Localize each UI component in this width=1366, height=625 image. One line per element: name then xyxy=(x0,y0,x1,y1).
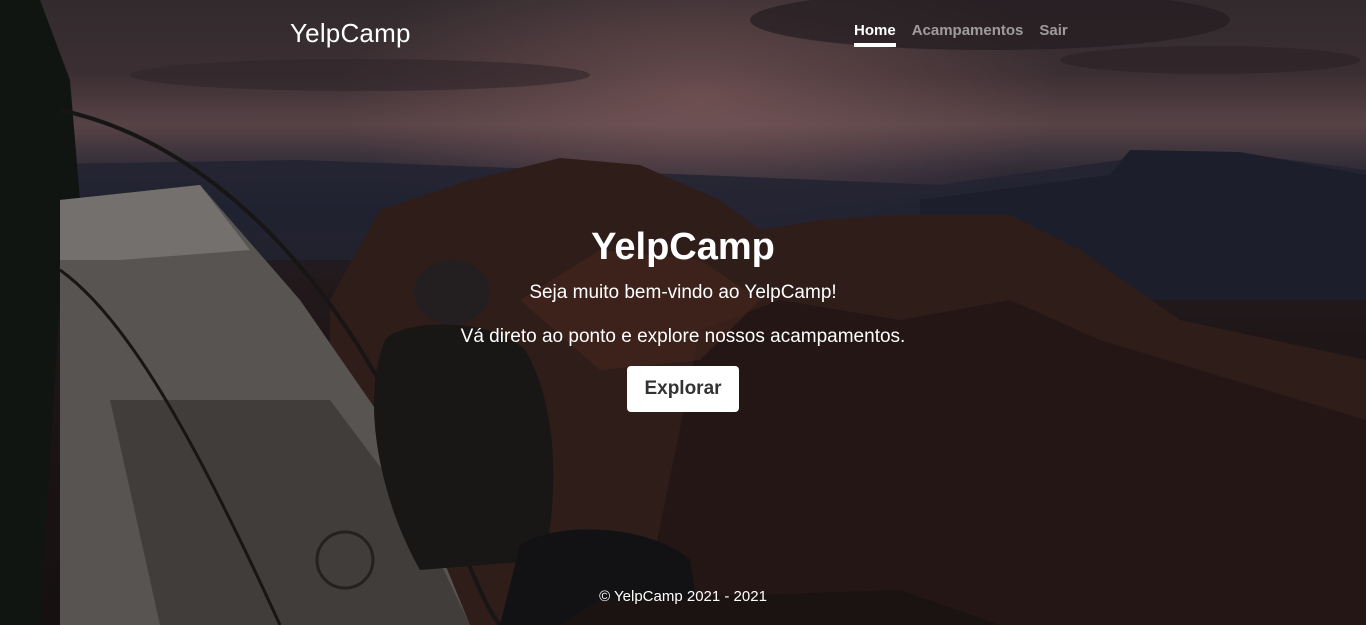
copyright-text: © YelpCamp 2021 - 2021 xyxy=(599,588,767,605)
hero-title: YelpCamp xyxy=(591,226,775,268)
brand-logo[interactable]: YelpCamp xyxy=(290,18,411,49)
tagline-text: Vá direto ao ponto e explore nossos acam… xyxy=(460,326,906,347)
nav-links: Home Acampamentos Sair xyxy=(854,22,1068,47)
nav-link-campgrounds[interactable]: Acampamentos xyxy=(912,22,1024,47)
landing-page: YelpCamp Home Acampamentos Sair YelpCamp… xyxy=(0,0,1366,625)
navbar: YelpCamp Home Acampamentos Sair xyxy=(0,0,1366,70)
nav-link-logout[interactable]: Sair xyxy=(1039,22,1067,47)
nav-link-home[interactable]: Home xyxy=(854,22,896,47)
footer: © YelpCamp 2021 - 2021 xyxy=(0,588,1366,605)
welcome-text: Seja muito bem-vindo ao YelpCamp! xyxy=(529,282,837,303)
hero: YelpCamp Seja muito bem-vindo ao YelpCam… xyxy=(0,224,1366,412)
explore-button[interactable]: Explorar xyxy=(627,366,739,412)
